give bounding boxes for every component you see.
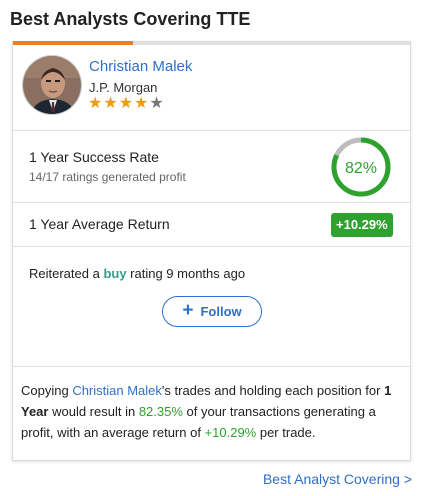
success-rate-value: 82% <box>345 160 377 177</box>
star-rating: ★ ★ ★ ★ ★ <box>88 96 164 112</box>
follow-label: Follow <box>200 304 242 319</box>
success-rate-ring: 82% <box>331 137 391 197</box>
copy-trades-summary: Copying Christian Malek's trades and hol… <box>13 366 410 461</box>
average-return-badge: +10.29% <box>331 213 393 237</box>
star-icon-empty: ★ <box>149 95 164 112</box>
copy-part5: per trade. <box>256 425 316 440</box>
copy-part2: 's trades and holding each position for <box>161 383 385 398</box>
rating-buy: buy <box>103 266 127 281</box>
reiterated-text: Reiterated a buy rating 9 months ago <box>29 266 245 281</box>
star-icon: ★ <box>88 95 103 112</box>
star-icon: ★ <box>118 95 134 112</box>
copy-part1: Copying <box>21 383 73 398</box>
analyst-card: Christian Malek J.P. Morgan ★ ★ ★ ★ ★ 1 … <box>12 41 411 461</box>
copy-analyst-link[interactable]: Christian Malek <box>72 383 162 398</box>
widget-title: Best Analysts Covering TTE <box>10 9 251 29</box>
best-analyst-covering-link[interactable]: Best Analyst Covering > <box>263 471 412 487</box>
reiterated-suffix: rating 9 months ago <box>126 266 246 281</box>
avatar[interactable] <box>22 55 82 115</box>
analyst-firm: J.P. Morgan <box>89 80 158 95</box>
success-rate-row: 1 Year Success Rate 14/17 ratings genera… <box>13 131 410 203</box>
plus-icon: + <box>182 300 194 321</box>
star-icon: ★ <box>134 95 149 112</box>
star-icon: ★ <box>103 95 118 112</box>
copy-part3: would result in <box>48 404 139 419</box>
avatar-image <box>23 56 81 114</box>
average-return-label: 1 Year Average Return <box>29 216 170 232</box>
analyst-name-link[interactable]: Christian Malek <box>89 58 192 75</box>
reiterated-prefix: Reiterated a <box>29 266 104 281</box>
success-rate-label: 1 Year Success Rate <box>29 149 159 165</box>
copy-return: +10.29% <box>204 425 257 440</box>
analyst-profile: Christian Malek J.P. Morgan ★ ★ ★ ★ ★ <box>13 45 410 131</box>
copy-pct: 82.35% <box>138 404 183 419</box>
average-return-row: 1 Year Average Return +10.29% <box>13 203 410 247</box>
success-rate-sub: 14/17 ratings generated profit <box>29 170 186 184</box>
follow-button[interactable]: + Follow <box>162 296 262 327</box>
